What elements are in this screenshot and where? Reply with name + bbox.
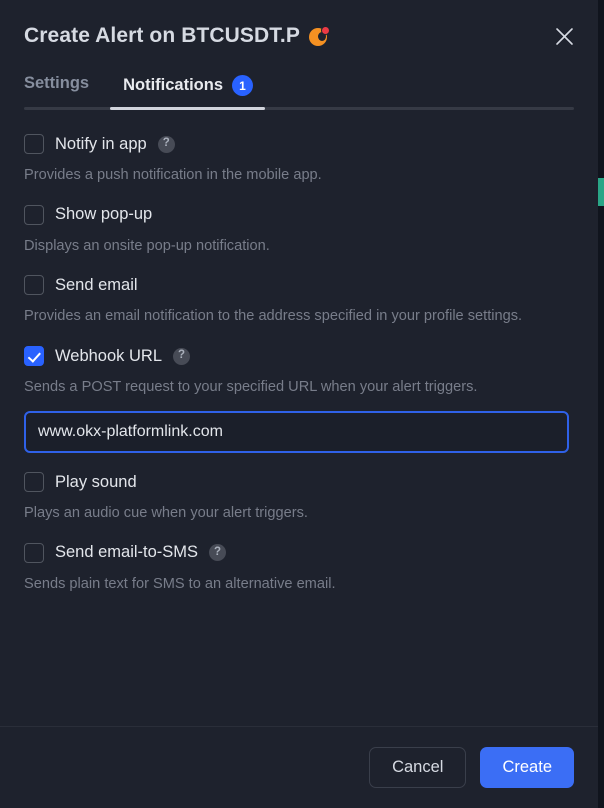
- notifications-options-list: Notify in app ? Provides a push notifica…: [0, 120, 598, 726]
- option-notify-in-app-row[interactable]: Notify in app ?: [24, 134, 574, 154]
- option-webhook-url-row[interactable]: Webhook URL ?: [24, 346, 574, 367]
- close-icon: [555, 27, 573, 45]
- option-send-email-to-sms-label: Send email-to-SMS: [55, 543, 199, 562]
- webhook-url-input[interactable]: [24, 410, 569, 453]
- option-show-popup-label: Show pop-up: [55, 205, 153, 224]
- dialog-tabs: Settings Notifications 1: [0, 72, 598, 120]
- option-play-sound-row[interactable]: Play sound: [24, 471, 574, 492]
- checkbox-show-popup[interactable]: [24, 204, 44, 225]
- checkbox-send-email-to-sms[interactable]: [24, 542, 44, 563]
- option-webhook-url: Webhook URL ? Sends a POST request to yo…: [24, 346, 574, 453]
- close-button[interactable]: [546, 18, 582, 54]
- notification-dot-icon: [320, 25, 330, 35]
- option-show-popup-row[interactable]: Show pop-up: [24, 204, 574, 225]
- option-notify-in-app-description: Provides a push notification in the mobi…: [24, 167, 322, 183]
- option-send-email-to-sms-description: Sends plain text for SMS to an alternati…: [24, 575, 336, 592]
- tab-settings[interactable]: Settings: [24, 72, 89, 92]
- option-show-popup-description: Displays an onsite pop-up notification.: [24, 237, 270, 254]
- tab-rail: [24, 107, 574, 110]
- dialog-header: Create Alert on BTCUSDT.P: [0, 0, 598, 72]
- checkbox-send-email[interactable]: [24, 275, 44, 296]
- tab-settings-label: Settings: [24, 74, 90, 92]
- question-mark-icon[interactable]: ?: [157, 135, 175, 153]
- option-send-email-to-sms: Send email-to-SMS ? Sends plain text for…: [24, 542, 574, 595]
- background-chart-sliver: [598, 178, 604, 206]
- checkbox-notify-in-app[interactable]: [24, 134, 44, 154]
- question-mark-icon[interactable]: ?: [173, 347, 191, 365]
- option-play-sound-description: Plays an audio cue when your alert trigg…: [24, 504, 308, 521]
- checkbox-webhook-url[interactable]: [24, 346, 44, 367]
- option-webhook-url-description: Sends a POST request to your specified U…: [24, 379, 478, 396]
- tab-notifications-badge: 1: [232, 75, 254, 96]
- option-webhook-url-label: Webhook URL: [55, 346, 163, 365]
- create-alert-dialog: Create Alert on BTCUSDT.P Settings Notif…: [0, 0, 598, 808]
- cancel-button[interactable]: Cancel: [369, 747, 467, 788]
- option-send-email-description: Provides an email notification to the ad…: [24, 308, 523, 325]
- option-send-email-to-sms-row[interactable]: Send email-to-SMS ?: [24, 542, 574, 563]
- dialog-title-group: Create Alert on BTCUSDT.P: [24, 24, 330, 48]
- option-play-sound: Play sound Plays an audio cue when your …: [24, 471, 574, 524]
- option-play-sound-label: Play sound: [55, 472, 137, 491]
- dialog-footer: Cancel Create: [0, 726, 598, 808]
- option-show-popup: Show pop-up Displays an onsite pop-up no…: [24, 204, 574, 257]
- option-send-email-row[interactable]: Send email: [24, 275, 574, 296]
- tab-notifications[interactable]: Notifications 1: [123, 72, 254, 96]
- okx-logo-icon: [308, 25, 330, 47]
- option-send-email: Send email Provides an email notificatio…: [24, 275, 574, 327]
- tab-active-indicator: [110, 107, 265, 110]
- create-button[interactable]: Create: [480, 747, 574, 788]
- question-mark-icon[interactable]: ?: [209, 544, 227, 562]
- option-notify-in-app-label: Notify in app: [55, 134, 147, 153]
- checkbox-play-sound[interactable]: [24, 471, 44, 492]
- option-send-email-label: Send email: [55, 276, 138, 295]
- option-notify-in-app: Notify in app ? Provides a push notifica…: [24, 134, 574, 186]
- page-title: Create Alert on BTCUSDT.P: [24, 24, 300, 47]
- tab-notifications-label: Notifications: [123, 76, 224, 95]
